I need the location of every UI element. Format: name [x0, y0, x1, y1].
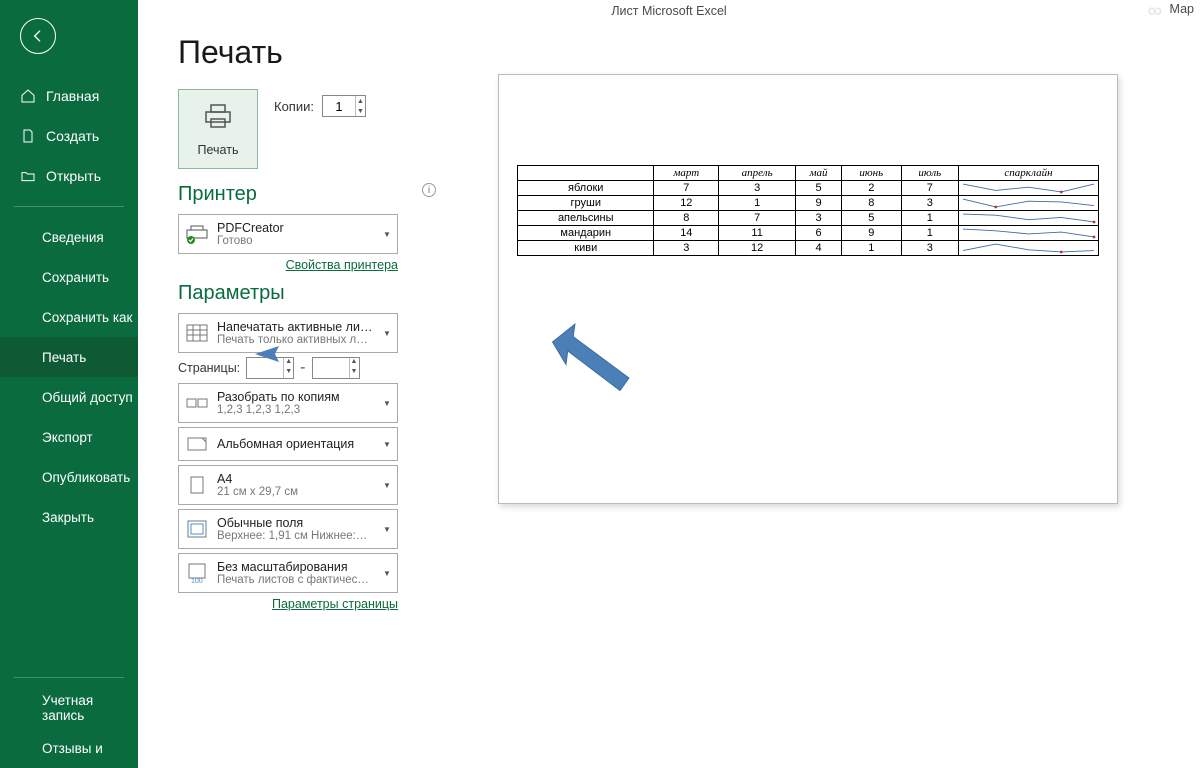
- chevron-down-icon: ▼: [383, 399, 391, 408]
- printer-icon: [202, 102, 234, 135]
- sidebar-label: Создать: [46, 128, 99, 144]
- svg-text:100: 100: [191, 578, 203, 583]
- sidebar-item-info[interactable]: Сведения: [0, 217, 138, 257]
- sidebar-item-saveas[interactable]: Сохранить как: [0, 297, 138, 337]
- backstage-sidebar: Главная Создать Открыть Сведения Сохрани…: [0, 0, 138, 768]
- sidebar-item-close[interactable]: Закрыть: [0, 497, 138, 537]
- chevron-down-icon: ▼: [383, 569, 391, 578]
- sidebar-item-new[interactable]: Создать: [0, 116, 138, 156]
- sidebar-item-home[interactable]: Главная: [0, 76, 138, 116]
- sidebar-item-save[interactable]: Сохранить: [0, 257, 138, 297]
- back-button[interactable]: [20, 18, 56, 54]
- sidebar-item-export[interactable]: Экспорт: [0, 417, 138, 457]
- print-button-label: Печать: [198, 143, 239, 157]
- margins-select[interactable]: Обычные поля Верхнее: 1,91 см Нижнее:… ▼: [178, 509, 398, 549]
- chevron-down-icon: ▼: [383, 525, 391, 534]
- chevron-down-icon: ▼: [383, 230, 391, 239]
- window-title: Лист Microsoft Excel: [611, 4, 726, 18]
- margins-icon: [185, 517, 209, 541]
- sidebar-label: Открыть: [46, 168, 101, 184]
- chevron-down-icon: ▼: [383, 329, 391, 338]
- sidebar-item-publish[interactable]: Опубликовать: [0, 457, 138, 497]
- scale-icon: 100: [185, 561, 209, 585]
- paper-icon: [185, 473, 209, 497]
- sidebar-item-share[interactable]: Общий доступ: [0, 377, 138, 417]
- printer-status-icon: [185, 222, 209, 246]
- orientation-select[interactable]: Альбомная ориентация ▼: [178, 427, 398, 461]
- orientation-icon: [185, 432, 209, 456]
- open-icon: [20, 168, 36, 184]
- scale-select[interactable]: 100 Без масштабирования Печать листов с …: [178, 553, 398, 593]
- sidebar-separator: [14, 206, 124, 207]
- sheets-icon: [185, 321, 209, 345]
- home-icon: [20, 88, 36, 104]
- paper-select[interactable]: A4 21 см x 29,7 см ▼: [178, 465, 398, 505]
- printer-section-title: Принтер i: [178, 183, 438, 206]
- info-icon[interactable]: i: [422, 183, 436, 197]
- pages-from-input[interactable]: ▲▼: [246, 357, 294, 379]
- copies-label: Копии:: [274, 99, 314, 114]
- sidebar-item-open[interactable]: Открыть: [0, 156, 138, 196]
- print-preview: мартапрельмайиюньиюльспарклайняблоки7352…: [498, 74, 1200, 768]
- printer-select[interactable]: PDFCreator Готово ▼: [178, 214, 398, 254]
- page-title: Печать: [178, 34, 438, 71]
- preview-table: мартапрельмайиюньиюльспарклайняблоки7352…: [517, 165, 1099, 256]
- sidebar-label: Главная: [46, 88, 99, 104]
- copies-value: 1: [323, 99, 355, 114]
- sidebar-item-feedback[interactable]: Отзывы и: [0, 728, 138, 768]
- printer-properties-link[interactable]: Свойства принтера: [178, 258, 398, 272]
- pages-dash: -: [300, 359, 305, 377]
- sidebar-separator: [14, 677, 124, 678]
- main-panel: Лист Microsoft Excel ∞ Мар Печать Печать…: [138, 0, 1200, 768]
- sidebar-item-account[interactable]: Учетная запись: [0, 688, 138, 728]
- copies-input[interactable]: 1 ▲▼: [322, 95, 366, 117]
- settings-section-title: Параметры: [178, 282, 438, 305]
- pages-to-input[interactable]: ▲▼: [312, 357, 360, 379]
- chevron-down-icon: ▼: [383, 440, 391, 449]
- spinner-arrows[interactable]: ▲▼: [355, 96, 365, 116]
- print-what-select[interactable]: Напечатать активные листы Печать только …: [178, 313, 398, 353]
- decoration-icon: ∞: [1148, 0, 1160, 23]
- pages-label: Страницы:: [178, 361, 240, 375]
- new-icon: [20, 128, 36, 144]
- sidebar-item-print[interactable]: Печать: [0, 337, 138, 377]
- preview-page: мартапрельмайиюньиюльспарклайняблоки7352…: [498, 74, 1118, 504]
- page-setup-link[interactable]: Параметры страницы: [178, 597, 398, 611]
- collate-icon: [185, 391, 209, 415]
- collate-select[interactable]: Разобрать по копиям 1,2,3 1,2,3 1,2,3 ▼: [178, 383, 398, 423]
- printer-name: PDFCreator: [217, 221, 375, 235]
- user-label: Мар: [1170, 2, 1194, 16]
- chevron-down-icon: ▼: [383, 481, 391, 490]
- print-button[interactable]: Печать: [178, 89, 258, 169]
- printer-status: Готово: [217, 235, 375, 247]
